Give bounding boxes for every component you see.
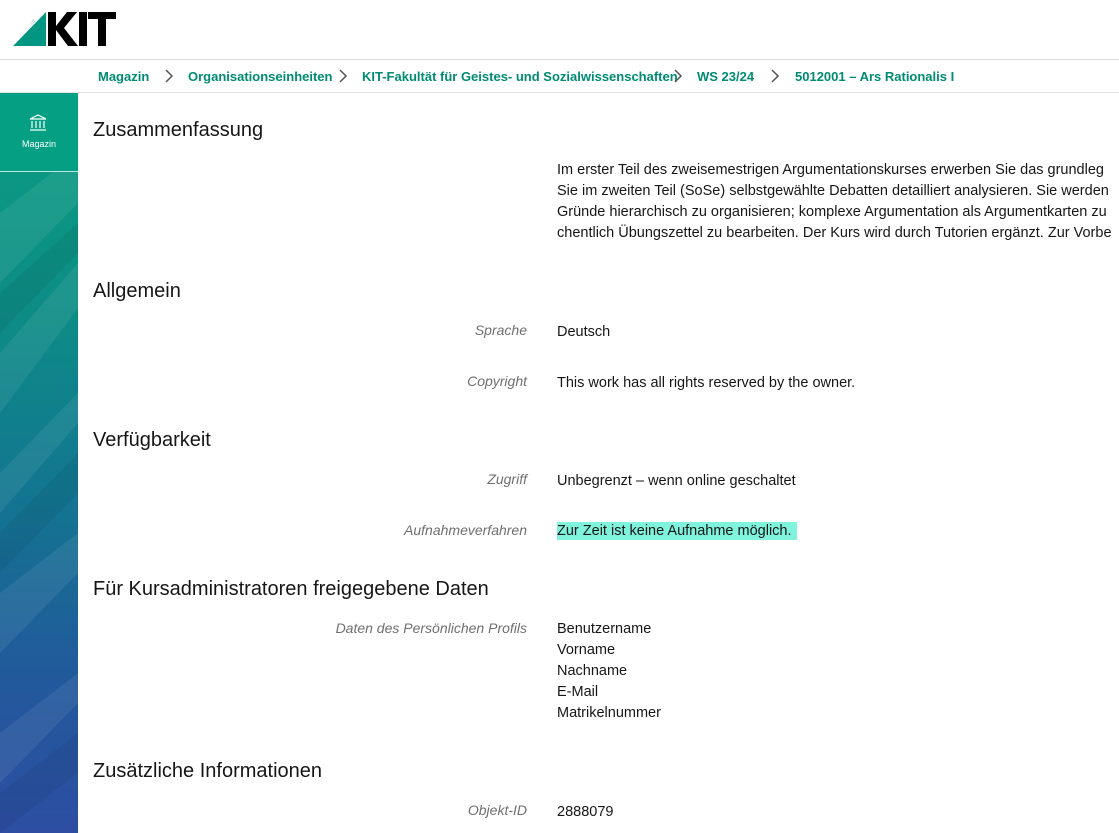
sidebar-item-magazin[interactable]: Magazin [0, 93, 78, 172]
sidebar-item-label: Magazin [21, 139, 57, 149]
sidebar-background-pattern [0, 153, 78, 833]
breadcrumb-item-organisationseinheiten[interactable]: Organisationseinheiten [188, 60, 332, 93]
section-title-availability: Verfügbarkeit [93, 429, 211, 451]
summary-line: Gründe hierarchisch zu organisieren; kom… [557, 204, 1107, 220]
breadcrumb-item-fakultaet[interactable]: KIT-Fakultät für Geistes- und Sozialwiss… [362, 60, 678, 93]
list-item: Benutzername [557, 621, 652, 637]
profile-data-label: Daten des Persönlichen Profils [335, 620, 527, 636]
section-title-summary: Zusammenfassung [93, 119, 264, 141]
admission-status-highlight: Zur Zeit ist keine Aufnahme möglich. [557, 522, 797, 540]
admission-label: Aufnahmeverfahren [404, 522, 527, 538]
access-value: Unbegrenzt – wenn online geschaltet [557, 473, 796, 489]
language-label: Sprache [474, 322, 527, 338]
language-value: Deutsch [557, 324, 611, 340]
copyright-label: Copyright [467, 373, 527, 389]
list-item: Nachname [557, 663, 628, 679]
breadcrumb-item-course[interactable]: 5012001 – Ars Rationalis I [795, 60, 954, 93]
summary-line: Im erster Teil des zweisemestrigen Argum… [557, 162, 1104, 178]
list-item: Matrikelnummer [557, 705, 661, 721]
kit-logo[interactable] [12, 10, 116, 50]
object-id-value: 2888079 [557, 804, 614, 820]
copyright-value: This work has all rights reserved by the… [557, 375, 856, 391]
kit-logo-graphic [12, 12, 116, 47]
chevron-right-icon [165, 69, 174, 83]
access-label: Zugriff [487, 471, 527, 487]
main-content: Zusammenfassung Im erster Teil des zweis… [78, 93, 1119, 833]
main-sidebar: Magazin [0, 93, 78, 833]
section-title-additional: Zusätzliche Informationen [93, 760, 323, 782]
breadcrumb-item-semester[interactable]: WS 23/24 [697, 60, 754, 93]
top-bar [0, 0, 1119, 60]
chevron-right-icon [771, 69, 780, 83]
profile-data-list: Benutzername Vorname Nachname E-Mail Mat… [557, 619, 661, 724]
section-title-admin-data: Für Kursadministratoren freigegebene Dat… [93, 578, 489, 600]
summary-text: Im erster Teil des zweisemestrigen Argum… [557, 160, 1119, 244]
chevron-right-icon [674, 69, 683, 83]
summary-line: Sie im zweiten Teil (SoSe) selbstgewählt… [557, 183, 1109, 199]
chevron-right-icon [339, 69, 348, 83]
object-id-label: Objekt-ID [467, 802, 527, 818]
section-title-general: Allgemein [93, 280, 181, 302]
breadcrumb-item-magazin[interactable]: Magazin [98, 60, 149, 93]
list-item: Vorname [557, 642, 616, 658]
breadcrumb: Magazin Organisationseinheiten KIT-Fakul… [0, 60, 1119, 93]
library-icon [29, 114, 47, 131]
summary-line: chentlich Übungszettel zu bearbeiten. De… [557, 225, 1112, 241]
admission-value: Zur Zeit ist keine Aufnahme möglich. [557, 522, 797, 540]
list-item: E-Mail [557, 684, 599, 700]
